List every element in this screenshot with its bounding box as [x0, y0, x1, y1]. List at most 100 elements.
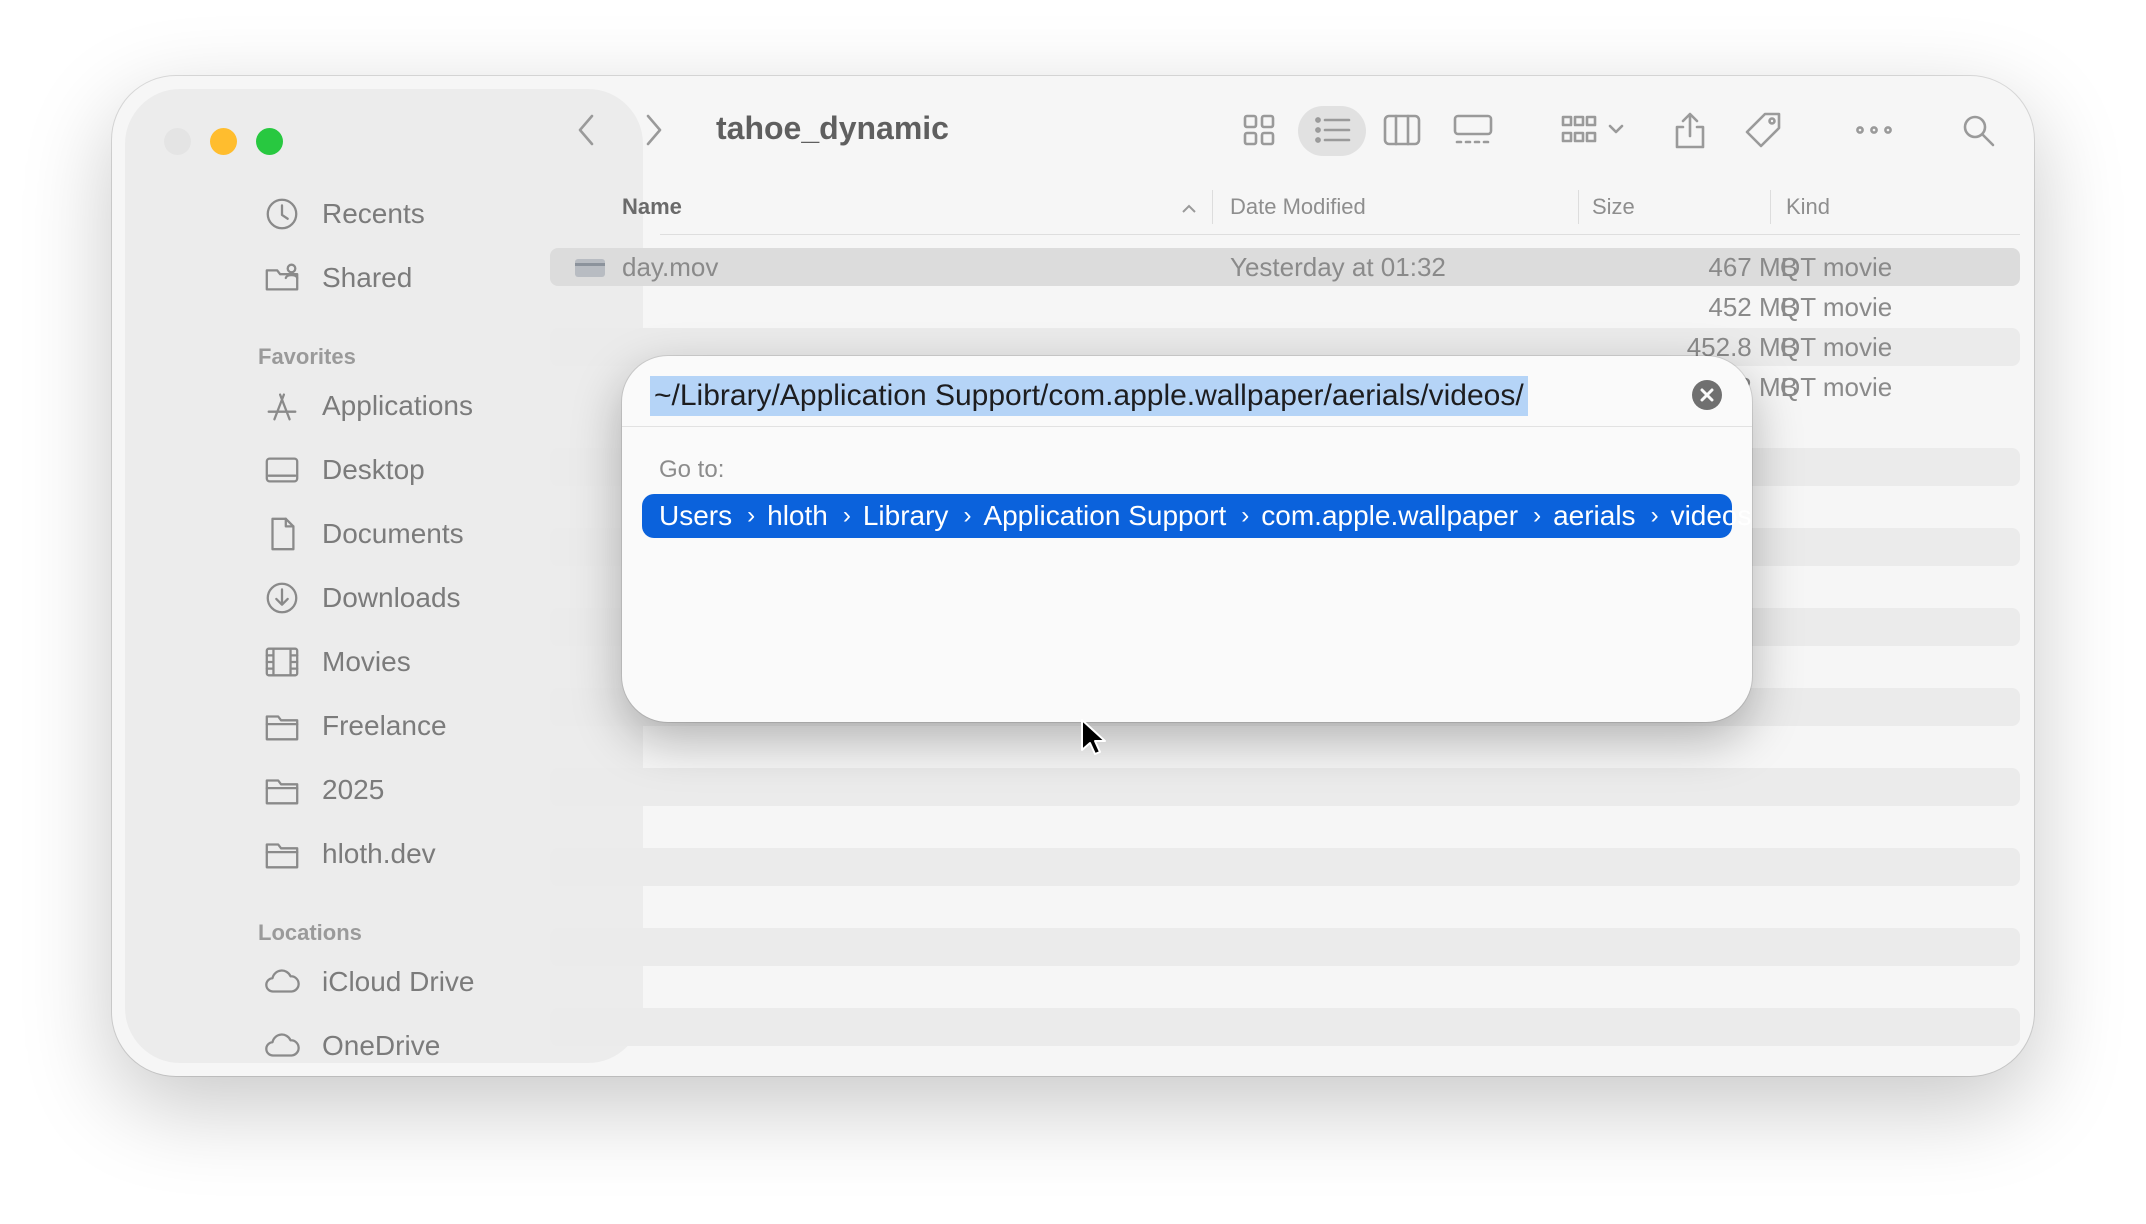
tag-icon: [1745, 112, 1781, 148]
sidebar-item-label: Downloads: [322, 582, 461, 613]
path-input[interactable]: ~/Library/Application Support/com.apple.…: [650, 376, 1528, 416]
shared-folder-icon: [262, 258, 302, 298]
file-kind: QT movie: [1780, 332, 1893, 362]
clock-icon: [262, 194, 302, 234]
column-header-date-modified[interactable]: Date Modified: [1230, 194, 1366, 220]
clear-path-button[interactable]: [1692, 380, 1722, 410]
chevron-right-icon: ›: [1241, 502, 1250, 529]
gallery-icon: [1453, 114, 1493, 144]
cloud-icon: [262, 962, 302, 1002]
close-window-button[interactable]: [164, 128, 191, 155]
sidebar-item-shared[interactable]: Shared: [262, 254, 412, 302]
header-divider: [660, 234, 2020, 235]
group-icon: [1561, 115, 1624, 143]
back-button[interactable]: [566, 110, 606, 150]
forward-button[interactable]: [634, 110, 674, 150]
sidebar-item-label: Documents: [322, 518, 464, 549]
column-header-name[interactable]: Name: [622, 194, 682, 220]
document-icon: [262, 514, 302, 554]
sidebar-item-onedrive[interactable]: OneDrive: [262, 1022, 440, 1070]
sidebar-item-recents[interactable]: Recents: [262, 190, 425, 238]
sidebar-item-label: hloth.dev: [322, 838, 436, 869]
applications-icon: [262, 386, 302, 426]
chevron-right-icon: ›: [747, 502, 756, 529]
chevron-left-icon: [578, 114, 594, 146]
tag-button[interactable]: [1742, 110, 1784, 150]
file-kind: QT movie: [1780, 292, 1893, 322]
file-kind: QT movie: [1780, 252, 1893, 282]
go-to-label: Go to:: [659, 456, 725, 483]
ellipsis-icon: [1856, 126, 1892, 134]
column-header-kind[interactable]: Kind: [1786, 194, 1830, 220]
sidebar-item-label: 2025: [322, 774, 385, 805]
folder-icon: [262, 834, 302, 874]
sidebar-item-freelance[interactable]: Freelance: [262, 702, 447, 750]
file-date: Yesterday at 01:32: [1230, 252, 1446, 282]
columns-icon: [1383, 114, 1421, 146]
window-title: tahoe_dynamic: [716, 110, 949, 146]
sidebar-heading-locations: Locations: [258, 920, 362, 945]
sidebar-item-applications[interactable]: Applications: [262, 382, 473, 430]
mouse-cursor-icon: [1081, 719, 1106, 755]
minimize-window-button[interactable]: [210, 128, 237, 155]
empty-row: [550, 1008, 2020, 1046]
sidebar-item-icloud-drive[interactable]: iCloud Drive: [262, 958, 475, 1006]
folder-icon: [262, 770, 302, 810]
empty-row: [550, 928, 2020, 966]
sidebar-item-label: Desktop: [322, 454, 425, 485]
download-icon: [262, 578, 302, 618]
more-actions-button[interactable]: [1852, 110, 1896, 150]
path-crumb-aerials: aerials: [1553, 500, 1636, 531]
desktop-icon: [262, 450, 302, 490]
sidebar-item-downloads[interactable]: Downloads: [262, 574, 461, 622]
sidebar-item-desktop[interactable]: Desktop: [262, 446, 425, 494]
group-by-button[interactable]: [1558, 110, 1632, 150]
finder-window: Recents Shared Favorites Applications De…: [112, 76, 2034, 1076]
sidebar-item-label: Shared: [322, 262, 413, 293]
zoom-window-button[interactable]: [256, 128, 283, 155]
column-divider: [1770, 190, 1771, 224]
path-crumb-application-support: Application Support: [983, 500, 1227, 531]
sidebar-item-movies[interactable]: Movies: [262, 638, 411, 686]
sidebar-heading-favorites: Favorites: [258, 344, 356, 369]
sidebar-item-2025[interactable]: 2025: [262, 766, 384, 814]
sidebar-item-label: Recents: [322, 198, 425, 229]
cloud-icon: [262, 1026, 302, 1066]
close-icon: [1700, 388, 1714, 402]
sidebar-item-hloth-dev[interactable]: hloth.dev: [262, 830, 436, 878]
column-header-size[interactable]: Size: [1592, 194, 1635, 220]
chevron-right-icon: ›: [1533, 502, 1542, 529]
sidebar-item-label: OneDrive: [322, 1030, 441, 1061]
path-crumb-videos: videos: [1670, 500, 1752, 531]
path-crumb-library: Library: [862, 500, 949, 531]
grid-icon: [1243, 114, 1275, 146]
path-crumb-users: Users: [659, 500, 733, 531]
sidebar-item-documents[interactable]: Documents: [262, 510, 464, 558]
sidebar-item-label: Movies: [322, 646, 411, 677]
dialog-divider: [622, 426, 1752, 427]
path-crumb-hloth: hloth: [767, 500, 828, 531]
chevron-right-icon: ›: [842, 502, 851, 529]
share-button[interactable]: [1670, 110, 1710, 150]
table-row[interactable]: 452 MB QT movie: [550, 288, 2020, 326]
search-button[interactable]: [1958, 110, 1998, 150]
empty-row: [550, 848, 2020, 886]
table-row[interactable]: day.mov Yesterday at 01:32 467 MB QT mov…: [550, 248, 2020, 286]
sort-ascending-icon: [1182, 204, 1196, 213]
list-icon: [1315, 117, 1351, 143]
file-name: day.mov: [622, 252, 719, 282]
icon-view-button[interactable]: [1238, 110, 1280, 150]
list-view-icon-wrap: [1310, 110, 1354, 150]
film-icon: [262, 642, 302, 682]
column-divider: [1578, 190, 1579, 224]
movie-file-icon: [575, 259, 605, 277]
sidebar-item-label: iCloud Drive: [322, 966, 475, 997]
sidebar-item-label: Freelance: [322, 710, 447, 741]
folder-icon: [262, 706, 302, 746]
path-suggestion[interactable]: Users › hloth › Library › Application Su…: [642, 494, 1752, 538]
path-crumb-com-apple-wallpaper: com.apple.wallpaper: [1261, 500, 1519, 531]
chevron-right-icon: [646, 114, 662, 146]
column-divider: [1212, 190, 1213, 224]
column-view-button[interactable]: [1380, 110, 1424, 150]
gallery-view-button[interactable]: [1450, 110, 1496, 150]
